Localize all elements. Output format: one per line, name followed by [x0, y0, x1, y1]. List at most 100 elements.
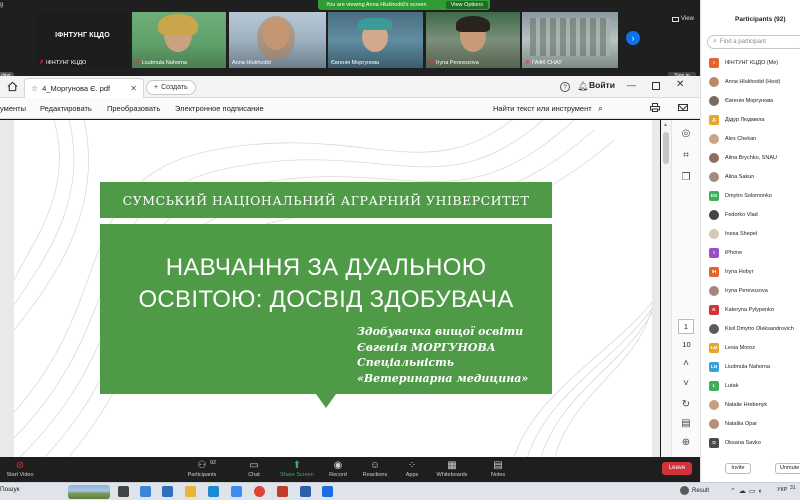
page-number-input[interactable]: 1	[678, 319, 694, 334]
copilot-icon[interactable]	[140, 486, 151, 497]
save-page-icon[interactable]: ▤	[680, 418, 692, 430]
chat-button[interactable]: ▭ Chat	[234, 460, 274, 478]
tile-name: Iryna Perevozova	[436, 59, 479, 66]
start-video-button[interactable]: ⊘ Start Video	[0, 460, 40, 478]
word-icon[interactable]	[300, 486, 311, 497]
participant-row[interactable]: І ІФНТУНГ КЦДО (Me)	[701, 53, 800, 72]
scrollbar-thumb[interactable]	[663, 132, 669, 164]
print-icon[interactable]	[650, 103, 660, 112]
next-page-arrow-icon[interactable]: ›	[626, 31, 640, 45]
document-tab[interactable]: ☆ 4_Моргунова Є. pdf ✕	[24, 78, 144, 98]
result-widget[interactable]: Result	[680, 486, 709, 495]
participant-row[interactable]: Natalie Hrebenyk	[701, 395, 800, 414]
store-icon[interactable]	[231, 486, 242, 497]
participant-row[interactable]: Iryna Perevozova	[701, 281, 800, 300]
chrome-icon[interactable]	[254, 486, 265, 497]
view-button[interactable]: View	[672, 16, 694, 22]
avatar	[709, 95, 719, 106]
chevron-down-icon[interactable]: ˅	[680, 378, 692, 390]
video-off-icon: ⊘	[15, 460, 25, 471]
close-window-icon[interactable]: ✕	[676, 79, 684, 90]
avatar	[709, 323, 719, 334]
menu-edit[interactable]: Редактировать	[40, 104, 92, 113]
participant-row[interactable]: L Lutak	[701, 376, 800, 395]
reactions-icon: ☺	[369, 460, 381, 471]
search-highlight-image[interactable]	[68, 485, 110, 499]
menu-e-sign[interactable]: Электронное подписание	[175, 104, 264, 113]
acrobat-icon[interactable]	[277, 486, 288, 497]
reactions-button[interactable]: ☺ Reactions	[355, 460, 395, 478]
participant-row[interactable]: DS Dmytro Solomonko	[701, 186, 800, 205]
maximize-icon[interactable]	[652, 82, 660, 90]
mail-icon[interactable]	[678, 104, 688, 111]
minimize-icon[interactable]: —	[627, 80, 636, 90]
participant-row[interactable]: Alina Brychko, SNAU	[701, 148, 800, 167]
zoom-icon[interactable]	[322, 486, 333, 497]
participant-row[interactable]: Anna Hlukhodid (Host)	[701, 72, 800, 91]
chevron-up-icon[interactable]: ˄	[680, 358, 692, 370]
scroll-up-icon[interactable]: ▲	[663, 122, 668, 128]
video-tile[interactable]: Anna Hlukhodid	[229, 12, 326, 68]
ai-assistant-icon[interactable]: ◎	[680, 128, 692, 140]
participant-row[interactable]: O Oksana Savko	[701, 433, 800, 452]
participant-search-input[interactable]: ⌕ Find a participant	[707, 35, 800, 49]
participant-row[interactable]: IH Iryna Hobyr	[701, 262, 800, 281]
search-icon[interactable]: ⌕	[598, 103, 603, 114]
participant-row[interactable]: Євгенія Моргунова	[701, 91, 800, 110]
leave-button[interactable]: Leave	[662, 462, 692, 475]
share-screen-button[interactable]: ⬆ Share Screen	[277, 460, 317, 478]
menu-convert[interactable]: Преобразовать	[107, 104, 160, 113]
screen: g You are viewing Anna Hlukhodid's scree…	[0, 0, 800, 500]
record-button[interactable]: ◉ Record	[318, 460, 358, 478]
help-icon[interactable]: ?	[560, 82, 570, 92]
participant-row[interactable]: LN Liudmula Nahorna	[701, 357, 800, 376]
video-tile[interactable]: ✗ ГАФК СНАУ	[522, 12, 618, 68]
unmute-me-button[interactable]: Unmute	[775, 463, 800, 474]
vertical-scrollbar[interactable]: ▲	[661, 120, 671, 457]
home-icon[interactable]	[7, 81, 18, 92]
file-explorer-icon[interactable]	[185, 486, 196, 497]
bookmark-icon[interactable]: ⌗	[680, 150, 692, 162]
participant-row[interactable]: Inesa Shepel	[701, 224, 800, 243]
notes-button[interactable]: ▤ Notes	[478, 460, 518, 478]
whiteboards-button[interactable]: ▦ Whiteboards	[432, 460, 472, 478]
participant-row[interactable]: LM Lesia Moroz	[701, 338, 800, 357]
star-icon[interactable]: ☆	[31, 84, 38, 93]
page-total: 10	[682, 340, 691, 349]
participant-row[interactable]: K Kateryna Pylypenko	[701, 300, 800, 319]
pages-icon[interactable]: ❐	[680, 172, 692, 184]
participant-row[interactable]: Д Дідур Людмила	[701, 110, 800, 129]
system-tray-icons[interactable]: ⌃☁▭◐	[730, 487, 766, 495]
task-view-icon[interactable]	[118, 486, 129, 497]
find-text-tool[interactable]: Найти текст или инструмент	[493, 104, 592, 113]
apps-button[interactable]: ⁘ Apps	[392, 460, 432, 478]
participant-name: Lesia Moroz	[725, 344, 755, 351]
participant-row[interactable]: IiPhone	[701, 243, 800, 262]
muted-mic-icon: ✗	[525, 60, 531, 66]
mail-app-icon[interactable]	[162, 486, 173, 497]
edge-icon[interactable]	[208, 486, 219, 497]
video-tile[interactable]: ✗ Liudmula Nahorna	[132, 12, 226, 68]
invite-button[interactable]: Invite	[725, 463, 751, 474]
create-button[interactable]: + Создать	[146, 80, 196, 95]
participant-row[interactable]: Alex Chekan	[701, 129, 800, 148]
participant-row[interactable]: Alina Sakun	[701, 167, 800, 186]
video-tile[interactable]: Євгенія Моргунова	[328, 12, 423, 68]
close-tab-icon[interactable]: ✕	[130, 84, 137, 93]
participant-row[interactable]: Fedorko Vlad	[701, 205, 800, 224]
document-area[interactable]: СУМСЬКИЙ НАЦІОНАЛЬНИЙ АГРАРНИЙ УНІВЕРСИТ…	[0, 120, 660, 457]
menu-documents[interactable]: ументы	[0, 104, 26, 113]
language-indicator[interactable]: УКР	[777, 487, 787, 493]
view-options-button[interactable]: View Options	[445, 1, 488, 9]
refresh-icon[interactable]: ↻	[680, 399, 692, 411]
search-icon: ⌕	[713, 38, 717, 45]
zoom-in-icon[interactable]: ⊕	[680, 437, 692, 449]
taskbar-search[interactable]: Пошук	[0, 486, 20, 493]
clock[interactable]: 31	[790, 485, 796, 491]
video-tile[interactable]: ✗ Iryna Perevozova	[426, 12, 520, 68]
bell-icon[interactable]: 🔔︎	[577, 81, 588, 92]
video-tile[interactable]: ІФНТУНГ КЦДО ✗ ІФНТУНГ КЦДО	[36, 12, 129, 68]
signin-button[interactable]: Войти	[589, 80, 615, 90]
participant-row[interactable]: Kisil Dmytro Oleksandrovich	[701, 319, 800, 338]
participant-row[interactable]: Nataliia Opar	[701, 414, 800, 433]
